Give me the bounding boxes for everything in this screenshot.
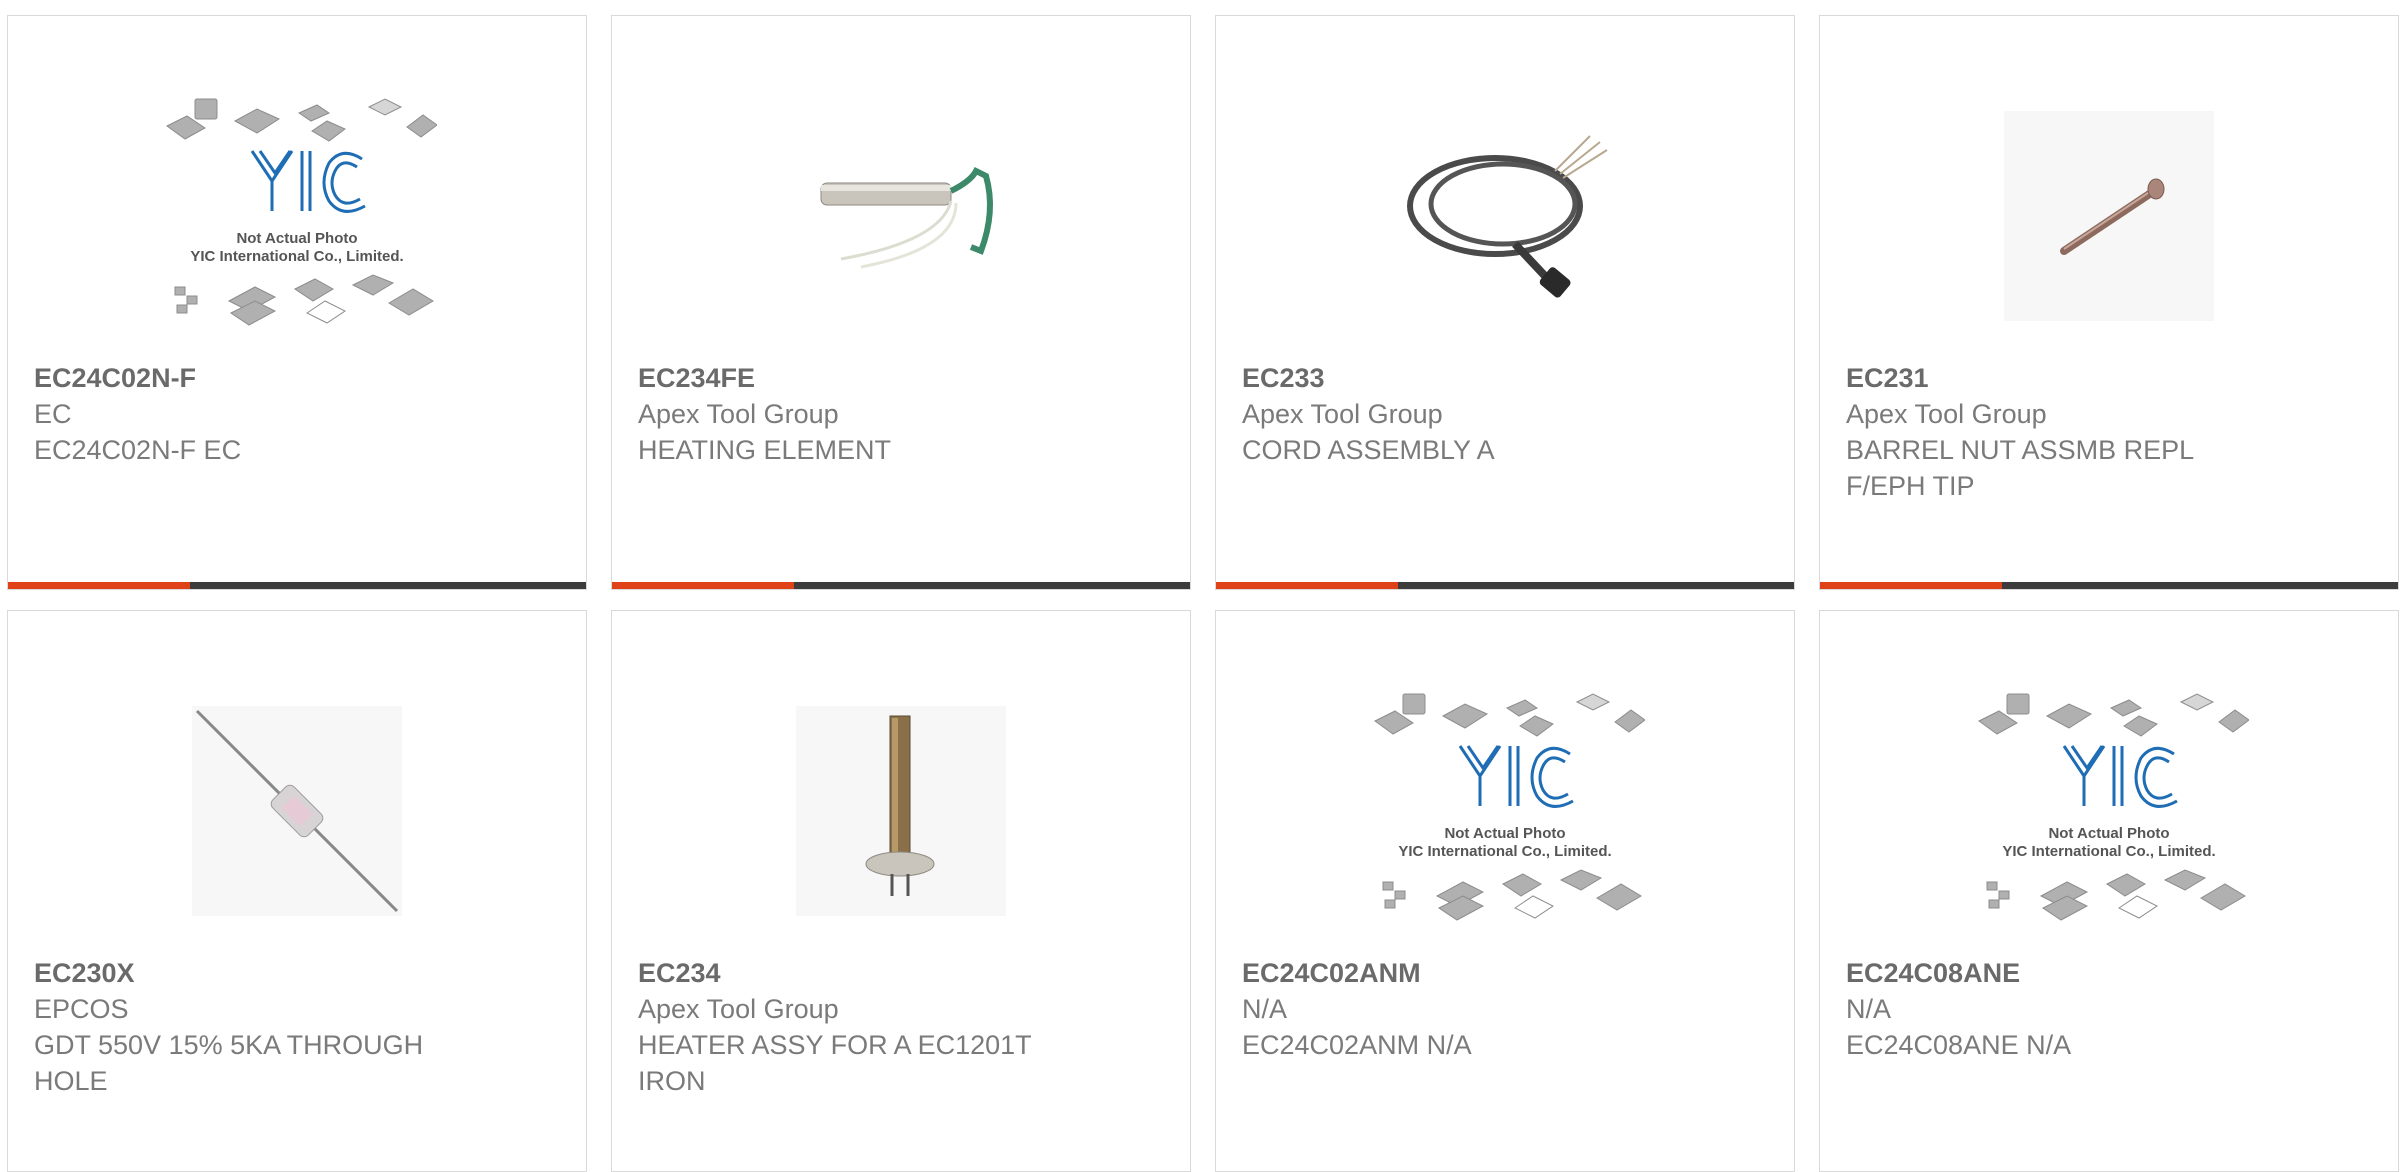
- svg-text:Not Actual Photo: Not Actual Photo: [1444, 825, 1565, 842]
- product-card[interactable]: EC230X EPCOS GDT 550V 15% 5KA THROUGH HOLE: [7, 610, 587, 1172]
- svg-text:YIC International Co., Limited: YIC International Co., Limited.: [1398, 843, 1611, 860]
- product-info: EC234 Apex Tool Group HEATER ASSY FOR A EC…: [638, 955, 1164, 1099]
- part-number[interactable]: EC233: [1242, 360, 1768, 396]
- product-card[interactable]: Not Actual Photo YIC International Co., …: [1819, 610, 2399, 1172]
- placeholder-logo-icon[interactable]: Not Actual Photo YIC International Co., …: [8, 76, 586, 356]
- placeholder-logo-icon[interactable]: Not Actual Photo YIC International Co., …: [1216, 671, 1794, 951]
- product-card[interactable]: Not Actual Photo YIC International Co., …: [1215, 610, 1795, 1172]
- card-accent-bar: [8, 582, 190, 589]
- product-card[interactable]: Not Actual Photo YIC International Co., …: [7, 15, 587, 590]
- manufacturer: EC: [34, 399, 72, 429]
- card-divider-bar: [1820, 582, 2398, 589]
- card-accent-bar: [1820, 582, 2002, 589]
- product-info: EC24C02ANM N/A EC24C02ANM N/A: [1242, 955, 1768, 1063]
- part-number[interactable]: EC24C02ANM: [1242, 955, 1768, 991]
- product-info: EC233 Apex Tool Group CORD ASSEMBLY A: [1242, 360, 1768, 468]
- card-accent-bar: [612, 582, 794, 589]
- barrel-nut-icon[interactable]: [1820, 76, 2398, 356]
- product-grid: Not Actual Photo YIC International Co., …: [7, 15, 2400, 1172]
- manufacturer: Apex Tool Group: [1846, 399, 2047, 429]
- product-description: CORD ASSEMBLY A: [1242, 435, 1495, 465]
- card-divider-bar: [8, 582, 586, 589]
- cord-assembly-icon[interactable]: [1216, 76, 1794, 356]
- gdt-icon[interactable]: [8, 671, 586, 951]
- svg-text:Not Actual Photo: Not Actual Photo: [2048, 825, 2169, 842]
- heating-element-icon[interactable]: [612, 76, 1190, 356]
- svg-text:YIC International Co., Limited: YIC International Co., Limited.: [2002, 843, 2215, 860]
- manufacturer: N/A: [1846, 994, 1892, 1024]
- product-info: EC231 Apex Tool Group BARREL NUT ASSMB REP…: [1846, 360, 2372, 504]
- product-card[interactable]: EC234 Apex Tool Group HEATER ASSY FOR A EC…: [611, 610, 1191, 1172]
- part-number[interactable]: EC231: [1846, 360, 2372, 396]
- manufacturer: N/A: [1242, 994, 1288, 1024]
- part-number[interactable]: EC24C08ANE: [1846, 955, 2372, 991]
- manufacturer: Apex Tool Group: [1242, 399, 1443, 429]
- product-info: EC24C08ANE N/A EC24C08ANE N/A: [1846, 955, 2372, 1063]
- product-info: EC230X EPCOS GDT 550V 15% 5KA THROUGH HOLE: [34, 955, 560, 1099]
- product-info: EC24C02N-F EC EC24C02N-F EC: [34, 360, 560, 468]
- part-number[interactable]: EC234FE: [638, 360, 1164, 396]
- card-divider-bar: [612, 582, 1190, 589]
- product-card[interactable]: EC231 Apex Tool Group BARREL NUT ASSMB REP…: [1819, 15, 2399, 590]
- part-number[interactable]: EC230X: [34, 955, 560, 991]
- product-description: GDT 550V 15% 5KA THROUGH HOLE: [34, 1030, 424, 1096]
- part-number[interactable]: EC234: [638, 955, 1164, 991]
- product-description: EC24C02N-F EC: [34, 435, 242, 465]
- manufacturer: EPCOS: [34, 994, 129, 1024]
- product-card[interactable]: EC234FE Apex Tool Group HEATING ELEMENT: [611, 15, 1191, 590]
- svg-text:YIC International Co., Limited: YIC International Co., Limited.: [190, 248, 403, 265]
- product-description: BARREL NUT ASSMB REPL F/EPH TIP: [1846, 435, 2194, 501]
- svg-text:Not Actual Photo: Not Actual Photo: [236, 230, 357, 247]
- product-description: HEATER ASSY FOR A EC1201T IRON: [638, 1030, 1032, 1096]
- placeholder-logo-icon[interactable]: Not Actual Photo YIC International Co., …: [1820, 671, 2398, 951]
- heater-assy-icon[interactable]: [612, 671, 1190, 951]
- card-divider-bar: [1216, 582, 1794, 589]
- manufacturer: Apex Tool Group: [638, 399, 839, 429]
- product-description: HEATING ELEMENT: [638, 435, 892, 465]
- part-number[interactable]: EC24C02N-F: [34, 360, 560, 396]
- product-description: EC24C02ANM N/A: [1242, 1030, 1472, 1060]
- product-description: EC24C08ANE N/A: [1846, 1030, 2072, 1060]
- product-card[interactable]: EC233 Apex Tool Group CORD ASSEMBLY A: [1215, 15, 1795, 590]
- manufacturer: Apex Tool Group: [638, 994, 839, 1024]
- card-accent-bar: [1216, 582, 1398, 589]
- product-info: EC234FE Apex Tool Group HEATING ELEMENT: [638, 360, 1164, 468]
